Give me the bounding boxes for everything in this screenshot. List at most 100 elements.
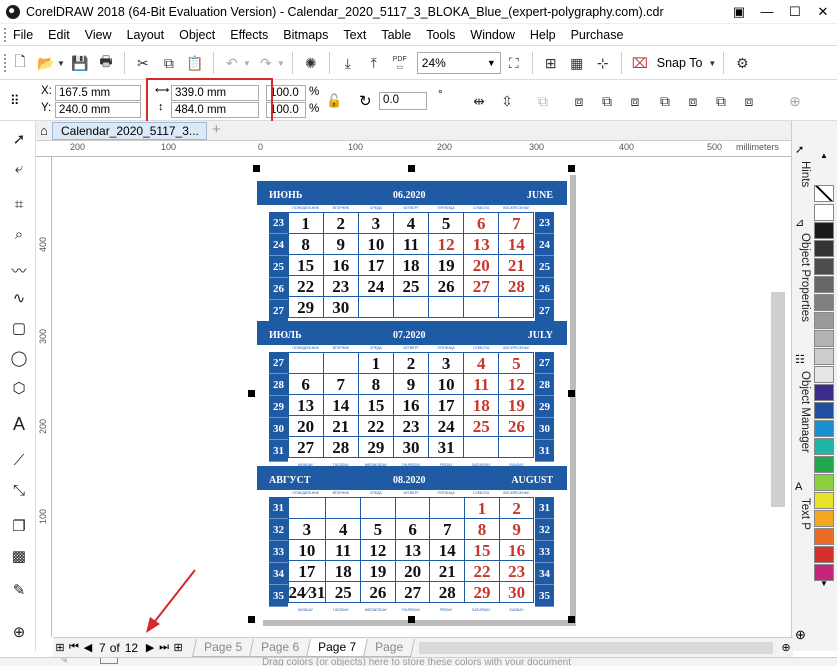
day-cell[interactable]: 23 (322, 274, 359, 297)
color-swatch[interactable] (814, 438, 834, 455)
day-cell[interactable]: 13 (463, 232, 500, 255)
page-tab-8[interactable]: Page (363, 638, 416, 657)
docker-tab-text-properties[interactable]: Text P (793, 498, 811, 530)
day-cell[interactable]: 17 (357, 253, 394, 276)
parallel-dimension-icon[interactable]: ⟋ (8, 449, 30, 471)
color-swatch[interactable] (814, 258, 834, 275)
day-cell[interactable]: 2 (498, 496, 535, 519)
day-cell[interactable]: 26 (360, 580, 396, 603)
day-cell[interactable] (287, 351, 324, 374)
color-swatch[interactable] (814, 384, 834, 401)
day-cell[interactable]: 14 (429, 538, 466, 561)
rectangle-tool-icon[interactable]: ▢ (8, 317, 30, 339)
day-cell[interactable]: 5 (360, 517, 396, 540)
zoom-level-select[interactable]: 24% ▼ (416, 52, 501, 74)
day-cell[interactable]: 3 (357, 211, 394, 234)
day-cell[interactable]: 23 (392, 414, 430, 437)
color-swatch[interactable] (814, 456, 834, 473)
x-position-input[interactable]: 167.5 mm (55, 85, 141, 101)
day-cell[interactable]: 24 (428, 414, 465, 437)
page-tab-7[interactable]: Page 7 (306, 638, 369, 657)
connector-tool-icon[interactable]: ⤡ (8, 479, 30, 501)
restore-icon[interactable]: ▣ (725, 0, 753, 24)
color-swatch[interactable] (814, 402, 834, 419)
snap-off-icon[interactable]: ⌧ (628, 51, 652, 75)
print-icon[interactable]: 🖶 (94, 51, 118, 75)
day-cell[interactable] (463, 295, 500, 318)
day-cell[interactable]: 5 (498, 351, 535, 374)
color-swatch[interactable] (814, 240, 834, 257)
copy-icon[interactable]: ⧉ (157, 51, 181, 75)
day-cell[interactable]: 5 (428, 211, 465, 234)
day-cell[interactable]: 6 (394, 517, 431, 540)
day-cell[interactable]: 17 (287, 559, 327, 582)
day-cell[interactable]: 12 (360, 538, 396, 561)
selection-handle[interactable] (568, 165, 575, 172)
mirror-vertical-icon[interactable]: ⇳ (495, 89, 519, 113)
day-cell[interactable]: 14 (322, 393, 359, 416)
day-cell[interactable] (287, 496, 327, 519)
page-tab-5[interactable]: Page 5 (192, 638, 255, 657)
day-cell[interactable]: 2 (322, 211, 359, 234)
day-cell[interactable]: 25 (463, 414, 500, 437)
artistic-media-icon[interactable]: ∿ (8, 287, 30, 309)
day-cell[interactable]: 22 (357, 414, 394, 437)
open-icon[interactable]: 📂 (34, 51, 58, 75)
add-tool-icon[interactable]: ⊕ (8, 621, 30, 643)
day-cell[interactable]: 6 (287, 372, 324, 395)
maximize-button[interactable]: ☐ (781, 0, 809, 24)
day-cell[interactable]: 16 (498, 538, 535, 561)
new-document-icon[interactable]: 🗋 (8, 51, 32, 75)
day-cell[interactable]: 26 (428, 274, 465, 297)
page-tab-6[interactable]: Page 6 (249, 638, 312, 657)
menu-effects[interactable]: Effects (224, 28, 277, 42)
day-cell[interactable]: 18 (325, 559, 362, 582)
crop-tool-icon[interactable]: ⌗ (8, 193, 30, 215)
document-tab[interactable]: Calendar_2020_5117_3... (52, 122, 207, 140)
home-icon[interactable]: ⌂ (40, 123, 48, 138)
day-cell[interactable]: 20 (463, 253, 500, 276)
day-cell[interactable]: 4 (392, 211, 430, 234)
day-cell[interactable] (429, 496, 466, 519)
lock-ratio-icon[interactable]: 🔓 (326, 93, 342, 109)
day-cell[interactable]: 8 (357, 372, 394, 395)
add-icon[interactable]: ⊕ (783, 89, 807, 113)
selection-handle[interactable] (253, 165, 260, 172)
day-cell[interactable]: 27 (463, 274, 500, 297)
menu-edit[interactable]: Edit (42, 28, 79, 42)
day-cell[interactable]: 9 (322, 232, 359, 255)
day-cell[interactable] (463, 435, 500, 458)
no-fill-swatch[interactable] (814, 185, 834, 202)
save-icon[interactable]: 💾 (68, 51, 92, 75)
day-cell[interactable]: 6 (463, 211, 500, 234)
day-cell[interactable]: 18 (463, 393, 500, 416)
day-cell[interactable]: 12 (428, 232, 465, 255)
day-cell[interactable]: 28 (322, 435, 359, 458)
day-cell[interactable]: 21 (322, 414, 359, 437)
day-cell[interactable]: 30 (498, 580, 535, 603)
day-cell[interactable]: 1 (464, 496, 500, 519)
show-guidelines-icon[interactable]: ⊹ (591, 51, 615, 75)
selection-handle[interactable] (408, 165, 415, 172)
zoom-navigator-icon[interactable]: ⊕ (779, 641, 793, 654)
day-cell[interactable]: 15 (287, 253, 324, 276)
paste-icon[interactable]: 📋 (183, 51, 207, 75)
day-cell[interactable] (325, 496, 362, 519)
selection-handle[interactable] (408, 616, 415, 623)
add-page-after-icon[interactable]: ⊞ (171, 641, 185, 654)
undo-dropdown-icon[interactable]: ▼ (243, 59, 251, 68)
day-cell[interactable] (428, 295, 465, 318)
day-cell[interactable]: 28 (429, 580, 466, 603)
day-cell[interactable] (360, 496, 396, 519)
options-icon[interactable]: ⚙ (730, 51, 754, 75)
menu-view[interactable]: View (79, 28, 121, 42)
day-cell[interactable]: 7 (322, 372, 359, 395)
color-swatch[interactable] (814, 312, 834, 329)
toolbar-grip[interactable] (4, 54, 7, 72)
snap-to-dropdown[interactable]: Snap To (657, 56, 703, 70)
day-cell[interactable] (394, 496, 431, 519)
day-cell[interactable]: 19 (498, 393, 535, 416)
day-cell[interactable]: 21 (498, 253, 535, 276)
weld-icon[interactable]: ⧈ (567, 89, 591, 113)
day-cell[interactable]: 17 (428, 393, 465, 416)
